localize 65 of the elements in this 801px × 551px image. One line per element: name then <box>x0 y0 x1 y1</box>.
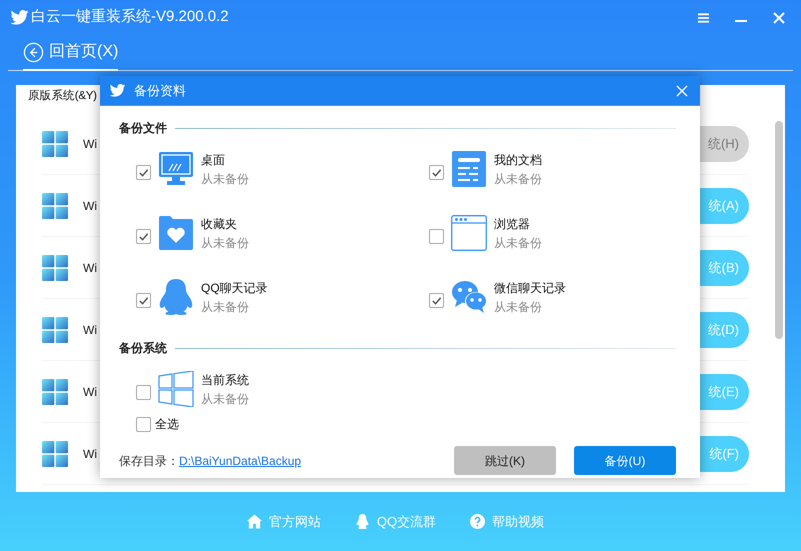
item-label: 当前系统 <box>201 372 249 386</box>
checkbox[interactable] <box>429 292 444 308</box>
dialog-title: 备份资料 <box>134 82 186 100</box>
windows-logo-icon <box>158 371 194 407</box>
browser-window-icon <box>451 215 487 251</box>
close-icon[interactable] <box>676 84 688 96</box>
footer-link[interactable]: QQ交流群 <box>354 512 436 532</box>
back-home-tab[interactable]: 回首页(X) <box>23 35 118 71</box>
penguin-icon <box>354 514 370 529</box>
chat-bubbles-icon <box>451 279 487 315</box>
windows-logo-icon <box>42 192 68 218</box>
minimize-icon[interactable] <box>735 18 747 22</box>
checkbox[interactable] <box>429 228 444 244</box>
item-label: 微信聊天记录 <box>494 280 566 294</box>
select-all-label: 全选 <box>155 416 179 433</box>
monitor-icon <box>158 151 194 187</box>
item-label: 我的文档 <box>494 152 542 166</box>
item-label: 收藏夹 <box>201 216 238 230</box>
windows-logo-icon <box>42 378 68 404</box>
save-directory-label: 保存目录： <box>119 452 179 470</box>
backup-status: 从未备份 <box>494 172 542 186</box>
system-name: Wi <box>83 198 97 214</box>
checkbox[interactable] <box>136 292 151 308</box>
system-name: Wi <box>83 260 97 276</box>
checkbox[interactable] <box>136 164 151 180</box>
close-icon[interactable] <box>773 12 785 24</box>
logo-icon <box>10 10 29 25</box>
checkbox[interactable] <box>136 416 151 432</box>
backup-status: 从未备份 <box>201 300 250 314</box>
menu-icon[interactable] <box>698 12 709 22</box>
system-name: Wi <box>83 384 97 400</box>
skip-button[interactable]: 跳过(K) <box>454 446 556 475</box>
home-icon <box>246 514 262 529</box>
backup-status: 从未备份 <box>494 236 542 250</box>
heart-folder-icon <box>158 215 194 251</box>
windows-logo-icon <box>42 316 68 342</box>
checkbox[interactable] <box>136 384 151 400</box>
checkbox[interactable] <box>429 164 444 180</box>
section-title: 备份系统 <box>119 340 167 357</box>
system-tab[interactable]: 原版系统(&Y) <box>28 88 97 106</box>
item-label: 桌面 <box>201 152 226 166</box>
system-name: Wi <box>83 322 97 338</box>
document-icon <box>451 151 487 187</box>
backup-status: 从未备份 <box>201 236 249 250</box>
scrollbar-thumb[interactable] <box>775 121 783 339</box>
window-title: 白云一键重装系统-V9.200.0.2 <box>31 7 229 28</box>
footer-link[interactable]: 帮助视频 <box>470 512 544 532</box>
help-icon <box>470 514 486 529</box>
system-name: Wi <box>83 136 97 152</box>
backup-status: 从未备份 <box>494 300 543 314</box>
item-label: 浏览器 <box>494 216 531 230</box>
checkbox[interactable] <box>136 228 151 244</box>
footer-link[interactable]: 官方网站 <box>246 512 321 532</box>
windows-logo-icon <box>42 254 68 280</box>
item-label: QQ聊天记录 <box>201 280 268 294</box>
windows-logo-icon <box>42 440 68 466</box>
save-directory-link[interactable]: D:\BaiYunData\Backup <box>179 452 302 470</box>
system-name: Wi <box>83 446 97 462</box>
backup-button[interactable]: 备份(U) <box>574 446 676 475</box>
windows-logo-icon <box>42 130 68 156</box>
logo-icon <box>109 84 126 97</box>
backup-status: 从未备份 <box>201 392 249 406</box>
penguin-icon <box>158 279 194 315</box>
section-title: 备份文件 <box>119 120 167 137</box>
backup-status: 从未备份 <box>201 172 249 186</box>
